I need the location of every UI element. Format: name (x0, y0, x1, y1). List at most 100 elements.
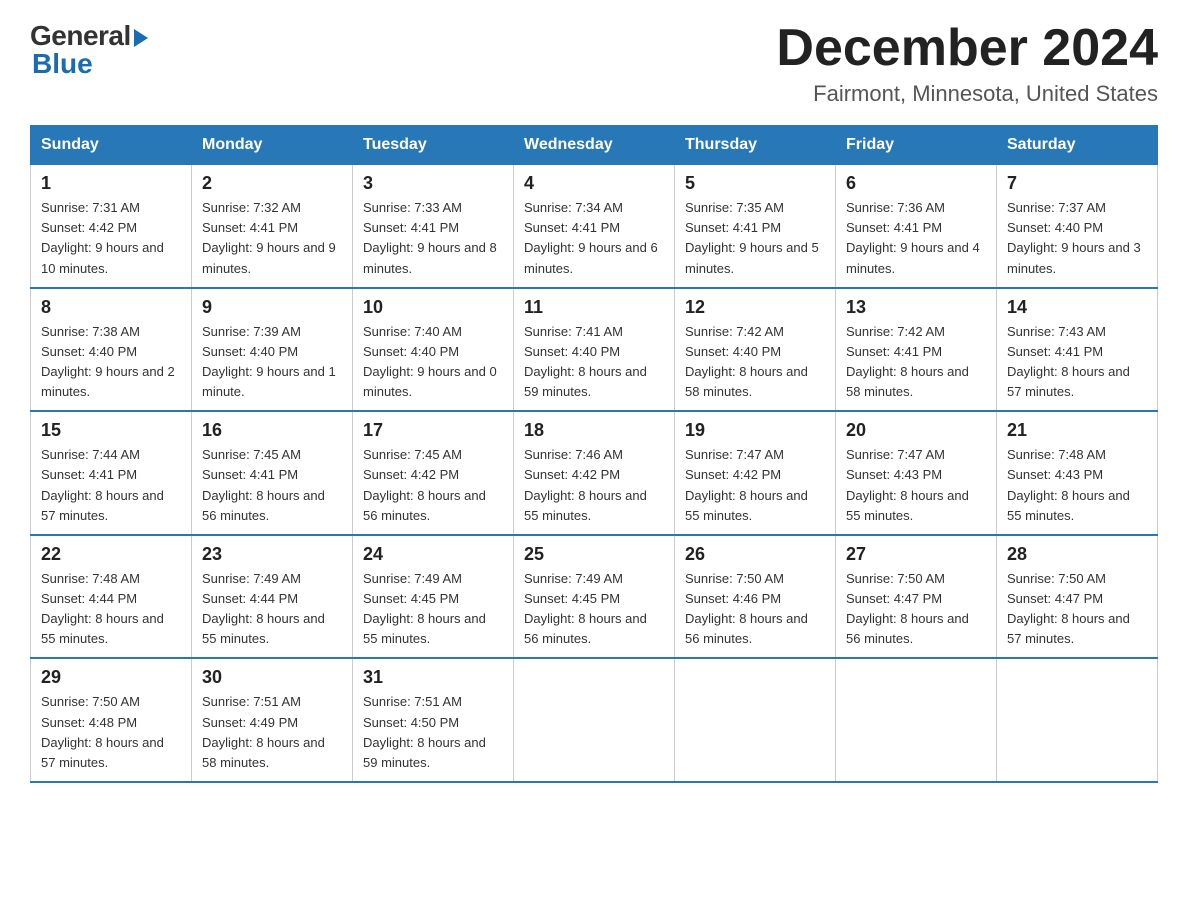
calendar-cell (675, 658, 836, 782)
day-info: Sunrise: 7:40 AMSunset: 4:40 PMDaylight:… (363, 324, 497, 399)
day-number: 4 (524, 173, 664, 194)
day-number: 15 (41, 420, 181, 441)
calendar-cell: 5 Sunrise: 7:35 AMSunset: 4:41 PMDayligh… (675, 165, 836, 288)
day-info: Sunrise: 7:49 AMSunset: 4:45 PMDaylight:… (363, 571, 486, 646)
weekday-header-saturday: Saturday (997, 126, 1158, 165)
day-number: 5 (685, 173, 825, 194)
day-number: 25 (524, 544, 664, 565)
calendar-cell: 19 Sunrise: 7:47 AMSunset: 4:42 PMDaylig… (675, 411, 836, 535)
calendar-cell: 20 Sunrise: 7:47 AMSunset: 4:43 PMDaylig… (836, 411, 997, 535)
day-number: 3 (363, 173, 503, 194)
day-number: 18 (524, 420, 664, 441)
day-number: 12 (685, 297, 825, 318)
day-number: 19 (685, 420, 825, 441)
calendar-cell: 27 Sunrise: 7:50 AMSunset: 4:47 PMDaylig… (836, 535, 997, 659)
calendar-cell: 14 Sunrise: 7:43 AMSunset: 4:41 PMDaylig… (997, 288, 1158, 412)
day-info: Sunrise: 7:50 AMSunset: 4:47 PMDaylight:… (1007, 571, 1130, 646)
calendar-table: SundayMondayTuesdayWednesdayThursdayFrid… (30, 125, 1158, 783)
calendar-week-row: 15 Sunrise: 7:44 AMSunset: 4:41 PMDaylig… (31, 411, 1158, 535)
calendar-cell: 16 Sunrise: 7:45 AMSunset: 4:41 PMDaylig… (192, 411, 353, 535)
weekday-header-wednesday: Wednesday (514, 126, 675, 165)
day-number: 11 (524, 297, 664, 318)
weekday-header-friday: Friday (836, 126, 997, 165)
weekday-header-tuesday: Tuesday (353, 126, 514, 165)
day-info: Sunrise: 7:39 AMSunset: 4:40 PMDaylight:… (202, 324, 336, 399)
weekday-header-sunday: Sunday (31, 126, 192, 165)
day-info: Sunrise: 7:44 AMSunset: 4:41 PMDaylight:… (41, 447, 164, 522)
day-info: Sunrise: 7:50 AMSunset: 4:46 PMDaylight:… (685, 571, 808, 646)
day-number: 7 (1007, 173, 1147, 194)
day-number: 2 (202, 173, 342, 194)
calendar-cell: 4 Sunrise: 7:34 AMSunset: 4:41 PMDayligh… (514, 165, 675, 288)
day-info: Sunrise: 7:46 AMSunset: 4:42 PMDaylight:… (524, 447, 647, 522)
calendar-week-row: 29 Sunrise: 7:50 AMSunset: 4:48 PMDaylig… (31, 658, 1158, 782)
day-info: Sunrise: 7:36 AMSunset: 4:41 PMDaylight:… (846, 200, 980, 275)
calendar-cell (997, 658, 1158, 782)
calendar-cell: 10 Sunrise: 7:40 AMSunset: 4:40 PMDaylig… (353, 288, 514, 412)
calendar-cell: 29 Sunrise: 7:50 AMSunset: 4:48 PMDaylig… (31, 658, 192, 782)
logo-triangle-icon (134, 29, 148, 47)
day-info: Sunrise: 7:49 AMSunset: 4:45 PMDaylight:… (524, 571, 647, 646)
day-info: Sunrise: 7:50 AMSunset: 4:48 PMDaylight:… (41, 694, 164, 769)
day-info: Sunrise: 7:42 AMSunset: 4:41 PMDaylight:… (846, 324, 969, 399)
calendar-cell: 17 Sunrise: 7:45 AMSunset: 4:42 PMDaylig… (353, 411, 514, 535)
calendar-cell: 2 Sunrise: 7:32 AMSunset: 4:41 PMDayligh… (192, 165, 353, 288)
calendar-cell: 15 Sunrise: 7:44 AMSunset: 4:41 PMDaylig… (31, 411, 192, 535)
day-number: 22 (41, 544, 181, 565)
day-number: 13 (846, 297, 986, 318)
day-info: Sunrise: 7:47 AMSunset: 4:42 PMDaylight:… (685, 447, 808, 522)
calendar-cell: 30 Sunrise: 7:51 AMSunset: 4:49 PMDaylig… (192, 658, 353, 782)
day-info: Sunrise: 7:35 AMSunset: 4:41 PMDaylight:… (685, 200, 819, 275)
calendar-cell: 8 Sunrise: 7:38 AMSunset: 4:40 PMDayligh… (31, 288, 192, 412)
weekday-header-thursday: Thursday (675, 126, 836, 165)
calendar-cell: 18 Sunrise: 7:46 AMSunset: 4:42 PMDaylig… (514, 411, 675, 535)
calendar-cell: 25 Sunrise: 7:49 AMSunset: 4:45 PMDaylig… (514, 535, 675, 659)
calendar-week-row: 8 Sunrise: 7:38 AMSunset: 4:40 PMDayligh… (31, 288, 1158, 412)
day-number: 26 (685, 544, 825, 565)
calendar-cell (514, 658, 675, 782)
calendar-cell: 9 Sunrise: 7:39 AMSunset: 4:40 PMDayligh… (192, 288, 353, 412)
day-info: Sunrise: 7:43 AMSunset: 4:41 PMDaylight:… (1007, 324, 1130, 399)
day-info: Sunrise: 7:34 AMSunset: 4:41 PMDaylight:… (524, 200, 658, 275)
calendar-cell: 22 Sunrise: 7:48 AMSunset: 4:44 PMDaylig… (31, 535, 192, 659)
logo: General Blue (30, 20, 148, 80)
day-info: Sunrise: 7:31 AMSunset: 4:42 PMDaylight:… (41, 200, 164, 275)
location-title: Fairmont, Minnesota, United States (776, 81, 1158, 107)
day-number: 8 (41, 297, 181, 318)
calendar-cell: 31 Sunrise: 7:51 AMSunset: 4:50 PMDaylig… (353, 658, 514, 782)
day-number: 30 (202, 667, 342, 688)
day-info: Sunrise: 7:32 AMSunset: 4:41 PMDaylight:… (202, 200, 336, 275)
logo-blue-text: Blue (32, 48, 93, 80)
weekday-header-row: SundayMondayTuesdayWednesdayThursdayFrid… (31, 126, 1158, 165)
day-number: 31 (363, 667, 503, 688)
calendar-cell: 23 Sunrise: 7:49 AMSunset: 4:44 PMDaylig… (192, 535, 353, 659)
calendar-cell: 24 Sunrise: 7:49 AMSunset: 4:45 PMDaylig… (353, 535, 514, 659)
day-info: Sunrise: 7:42 AMSunset: 4:40 PMDaylight:… (685, 324, 808, 399)
day-number: 29 (41, 667, 181, 688)
calendar-week-row: 1 Sunrise: 7:31 AMSunset: 4:42 PMDayligh… (31, 165, 1158, 288)
day-info: Sunrise: 7:49 AMSunset: 4:44 PMDaylight:… (202, 571, 325, 646)
weekday-header-monday: Monday (192, 126, 353, 165)
day-info: Sunrise: 7:33 AMSunset: 4:41 PMDaylight:… (363, 200, 497, 275)
calendar-cell: 21 Sunrise: 7:48 AMSunset: 4:43 PMDaylig… (997, 411, 1158, 535)
day-number: 16 (202, 420, 342, 441)
day-number: 23 (202, 544, 342, 565)
day-number: 10 (363, 297, 503, 318)
title-block: December 2024 Fairmont, Minnesota, Unite… (776, 20, 1158, 107)
day-number: 14 (1007, 297, 1147, 318)
day-info: Sunrise: 7:45 AMSunset: 4:41 PMDaylight:… (202, 447, 325, 522)
day-info: Sunrise: 7:51 AMSunset: 4:50 PMDaylight:… (363, 694, 486, 769)
day-number: 17 (363, 420, 503, 441)
day-number: 28 (1007, 544, 1147, 565)
day-info: Sunrise: 7:51 AMSunset: 4:49 PMDaylight:… (202, 694, 325, 769)
calendar-cell: 12 Sunrise: 7:42 AMSunset: 4:40 PMDaylig… (675, 288, 836, 412)
day-info: Sunrise: 7:41 AMSunset: 4:40 PMDaylight:… (524, 324, 647, 399)
day-info: Sunrise: 7:47 AMSunset: 4:43 PMDaylight:… (846, 447, 969, 522)
day-number: 6 (846, 173, 986, 194)
calendar-cell (836, 658, 997, 782)
day-info: Sunrise: 7:48 AMSunset: 4:43 PMDaylight:… (1007, 447, 1130, 522)
day-info: Sunrise: 7:45 AMSunset: 4:42 PMDaylight:… (363, 447, 486, 522)
day-number: 27 (846, 544, 986, 565)
day-number: 20 (846, 420, 986, 441)
day-info: Sunrise: 7:38 AMSunset: 4:40 PMDaylight:… (41, 324, 175, 399)
